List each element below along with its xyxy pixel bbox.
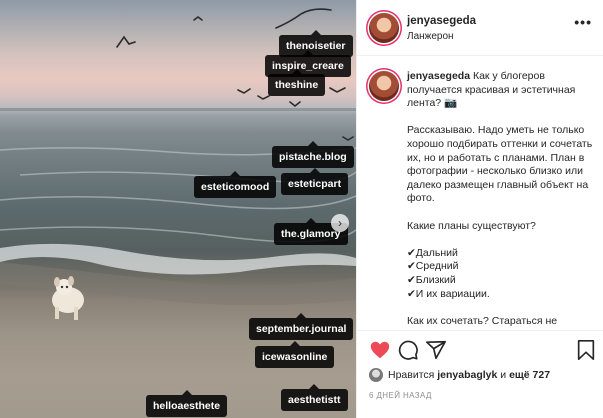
caption-paragraph: Как их сочетать? Стараться не: [407, 314, 558, 327]
next-photo-arrow-icon[interactable]: ›: [331, 214, 349, 232]
photo-tag[interactable]: pistache.blog: [272, 141, 354, 168]
more-options-icon[interactable]: •••: [574, 14, 592, 30]
header-username[interactable]: jenyasegeda: [407, 15, 476, 27]
caption-area: jenyasegeda Как у блогеров получается кр…: [357, 57, 603, 330]
avatar[interactable]: [369, 71, 399, 101]
photo-tag[interactable]: theshine: [268, 69, 326, 96]
likes-middle: и: [497, 369, 510, 381]
heart-icon[interactable]: [369, 339, 391, 361]
caption-paragraph: jenyasegeda Как у блогеров получается кр…: [407, 70, 595, 111]
action-icons: [369, 339, 597, 363]
photo-tag[interactable]: esteticpart: [281, 168, 349, 195]
likes-prefix: Нравится: [388, 369, 438, 381]
likes-line: Нравится jenyabaglyk и ещё 727: [369, 368, 550, 382]
caption-username[interactable]: jenyasegeda: [407, 70, 470, 82]
caption-text: jenyasegeda Как у блогеров получается кр…: [407, 70, 595, 330]
photo-tag[interactable]: september.journal: [249, 313, 354, 340]
photo-tag[interactable]: icewasonline: [255, 341, 335, 368]
comment-icon[interactable]: [397, 339, 419, 361]
photo-tag[interactable]: aesthetistt: [281, 384, 348, 411]
post-photo[interactable]: thenoisetier inspire_creare theshine pis…: [0, 0, 356, 418]
post-header: jenyasegeda Ланжерон •••: [357, 0, 603, 56]
likes-count-link[interactable]: ещё 727: [509, 369, 550, 381]
caption-paragraph: Рассказываю. Надо уметь не только хорошо…: [407, 124, 593, 205]
share-icon[interactable]: [425, 339, 447, 361]
photo-tag[interactable]: esteticomood: [194, 171, 277, 198]
photo-tag[interactable]: thenoisetier: [279, 30, 353, 57]
avatar[interactable]: [369, 13, 399, 43]
caption-paragraph: ✔Дальний ✔Средний ✔Близкий ✔И их вариаци…: [407, 246, 490, 300]
post-timestamp[interactable]: 6 ДНЕЙ НАЗАД: [369, 391, 432, 400]
caption-paragraph: Какие планы существуют?: [407, 219, 536, 232]
post-side-panel: jenyasegeda Ланжерон ••• jenyasegeda Как…: [356, 0, 603, 418]
liker-username[interactable]: jenyabaglyk: [437, 369, 497, 381]
photo-tag[interactable]: helloaesthete: [146, 390, 228, 417]
liker-avatar[interactable]: [369, 368, 383, 382]
post-actions: Нравится jenyabaglyk и ещё 727 6 ДНЕЙ НА…: [357, 330, 603, 418]
bookmark-icon[interactable]: [575, 339, 597, 361]
header-location[interactable]: Ланжерон: [407, 31, 454, 42]
